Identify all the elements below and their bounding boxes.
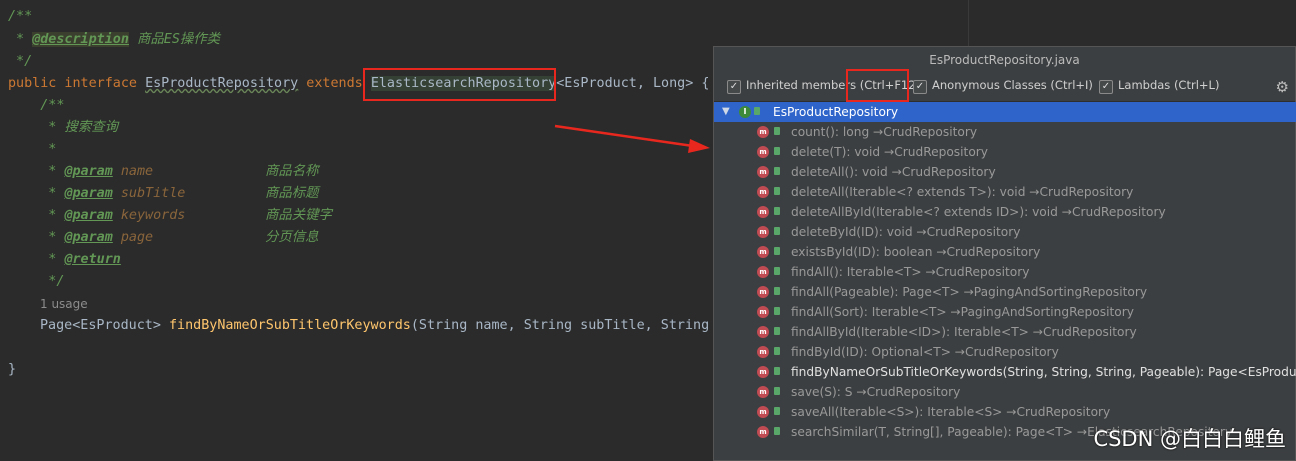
member-item[interactable]: m deleteAll(Iterable<? extends T>): void … — [714, 182, 1296, 202]
member-item[interactable]: m count(): long →CrudRepository — [714, 122, 1296, 142]
member-label: saveAll(Iterable<S>): Iterable<S> →CrudR… — [791, 405, 1111, 419]
member-item[interactable]: m saveAll(Iterable<S>): Iterable<S> →Crud… — [714, 402, 1296, 422]
member-label: existsById(ID): boolean →CrudRepository — [791, 245, 1041, 259]
public-access-icon — [774, 187, 780, 195]
method-icon: m — [757, 226, 769, 238]
member-item[interactable]: m findById(ID): Optional<T> →CrudReposito… — [714, 342, 1296, 362]
chevron-down-icon[interactable]: ▼ — [722, 102, 730, 122]
anonymous-classes-checkbox[interactable]: ✓ — [913, 80, 927, 94]
method-icon: m — [757, 206, 769, 218]
member-label: findAll(): Iterable<T> →CrudRepository — [791, 265, 1030, 279]
method-icon: m — [757, 346, 769, 358]
method-icon: m — [757, 286, 769, 298]
method-icon: m — [757, 426, 769, 438]
public-access-icon — [774, 207, 780, 215]
gear-icon[interactable]: ⚙ — [1276, 78, 1289, 96]
method-icon: m — [757, 186, 769, 198]
member-item[interactable]: m findAll(Sort): Iterable<T> →PagingAndSo… — [714, 302, 1296, 322]
public-access-icon — [774, 167, 780, 175]
public-access-icon — [774, 127, 780, 135]
member-label: findByNameOrSubTitleOrKeywords(String, S… — [791, 365, 1296, 379]
annotation-box-shortcut — [846, 69, 909, 102]
public-access-icon — [774, 347, 780, 355]
public-access-icon — [774, 427, 780, 435]
public-access-icon — [774, 387, 780, 395]
member-item[interactable]: m delete(T): void →CrudRepository — [714, 142, 1296, 162]
method-icon: m — [757, 306, 769, 318]
public-access-icon — [774, 227, 780, 235]
member-label: deleteAllById(Iterable<? extends ID>): v… — [791, 205, 1166, 219]
member-label: findAllById(Iterable<ID>): Iterable<T> →… — [791, 325, 1137, 339]
member-label: deleteAll(): void →CrudRepository — [791, 165, 996, 179]
member-label: findById(ID): Optional<T> →CrudRepositor… — [791, 345, 1059, 359]
member-item[interactable]: m deleteById(ID): void →CrudRepository — [714, 222, 1296, 242]
watermark: CSDN @白白白鲤鱼 — [1093, 427, 1286, 451]
tree-root-label: EsProductRepository — [773, 105, 899, 119]
popup-toolbar: ✓ Inherited members (Ctrl+F12) ✓ Anonymo… — [714, 73, 1295, 102]
method-icon: m — [757, 366, 769, 378]
member-item[interactable]: m findAll(): Iterable<T> →CrudRepository — [714, 262, 1296, 282]
member-item[interactable]: m existsById(ID): boolean →CrudRepository — [714, 242, 1296, 262]
public-access-icon — [774, 147, 780, 155]
inherited-members-checkbox[interactable]: ✓ — [727, 80, 741, 94]
interface-icon: I — [739, 106, 751, 118]
member-item[interactable]: m deleteAll(): void →CrudRepository — [714, 162, 1296, 182]
public-access-icon — [774, 407, 780, 415]
public-access-icon — [774, 287, 780, 295]
public-access-icon — [754, 107, 760, 115]
member-label: delete(T): void →CrudRepository — [791, 145, 988, 159]
member-label: deleteById(ID): void →CrudRepository — [791, 225, 1021, 239]
member-item[interactable]: m deleteAllById(Iterable<? extends ID>): … — [714, 202, 1296, 222]
member-label: deleteAll(Iterable<? extends T>): void →… — [791, 185, 1134, 199]
public-access-icon — [774, 307, 780, 315]
method-icon: m — [757, 266, 769, 278]
member-label: count(): long →CrudRepository — [791, 125, 978, 139]
member-item[interactable]: m save(S): S →CrudRepository — [714, 382, 1296, 402]
member-item[interactable]: m findAllById(Iterable<ID>): Iterable<T> … — [714, 322, 1296, 342]
method-icon: m — [757, 126, 769, 138]
method-icon: m — [757, 146, 769, 158]
popup-title: EsProductRepository.java — [929, 53, 1080, 67]
public-access-icon — [774, 247, 780, 255]
anonymous-classes-label[interactable]: Anonymous Classes (Ctrl+I) — [932, 78, 1093, 92]
member-label: findAll(Pageable): Page<T> →PagingAndSor… — [791, 285, 1148, 299]
method-icon: m — [757, 386, 769, 398]
member-label: save(S): S →CrudRepository — [791, 385, 961, 399]
member-item[interactable]: m findAll(Pageable): Page<T> →PagingAndSo… — [714, 282, 1296, 302]
method-icon: m — [757, 166, 769, 178]
method-icon: m — [757, 246, 769, 258]
public-access-icon — [774, 367, 780, 375]
member-item[interactable]: m findByNameOrSubTitleOrKeywords(String, … — [714, 362, 1296, 382]
member-label: findAll(Sort): Iterable<T> →PagingAndSor… — [791, 305, 1134, 319]
method-icon: m — [757, 326, 769, 338]
method-icon: m — [757, 406, 769, 418]
file-structure-popup[interactable]: EsProductRepository.java ✓ Inherited mem… — [713, 46, 1296, 461]
lambdas-label[interactable]: Lambdas (Ctrl+L) — [1118, 78, 1219, 92]
public-access-icon — [774, 327, 780, 335]
tree-root-item[interactable]: ▼ I EsProductRepository — [714, 102, 1296, 122]
lambdas-checkbox[interactable]: ✓ — [1099, 80, 1113, 94]
public-access-icon — [774, 267, 780, 275]
